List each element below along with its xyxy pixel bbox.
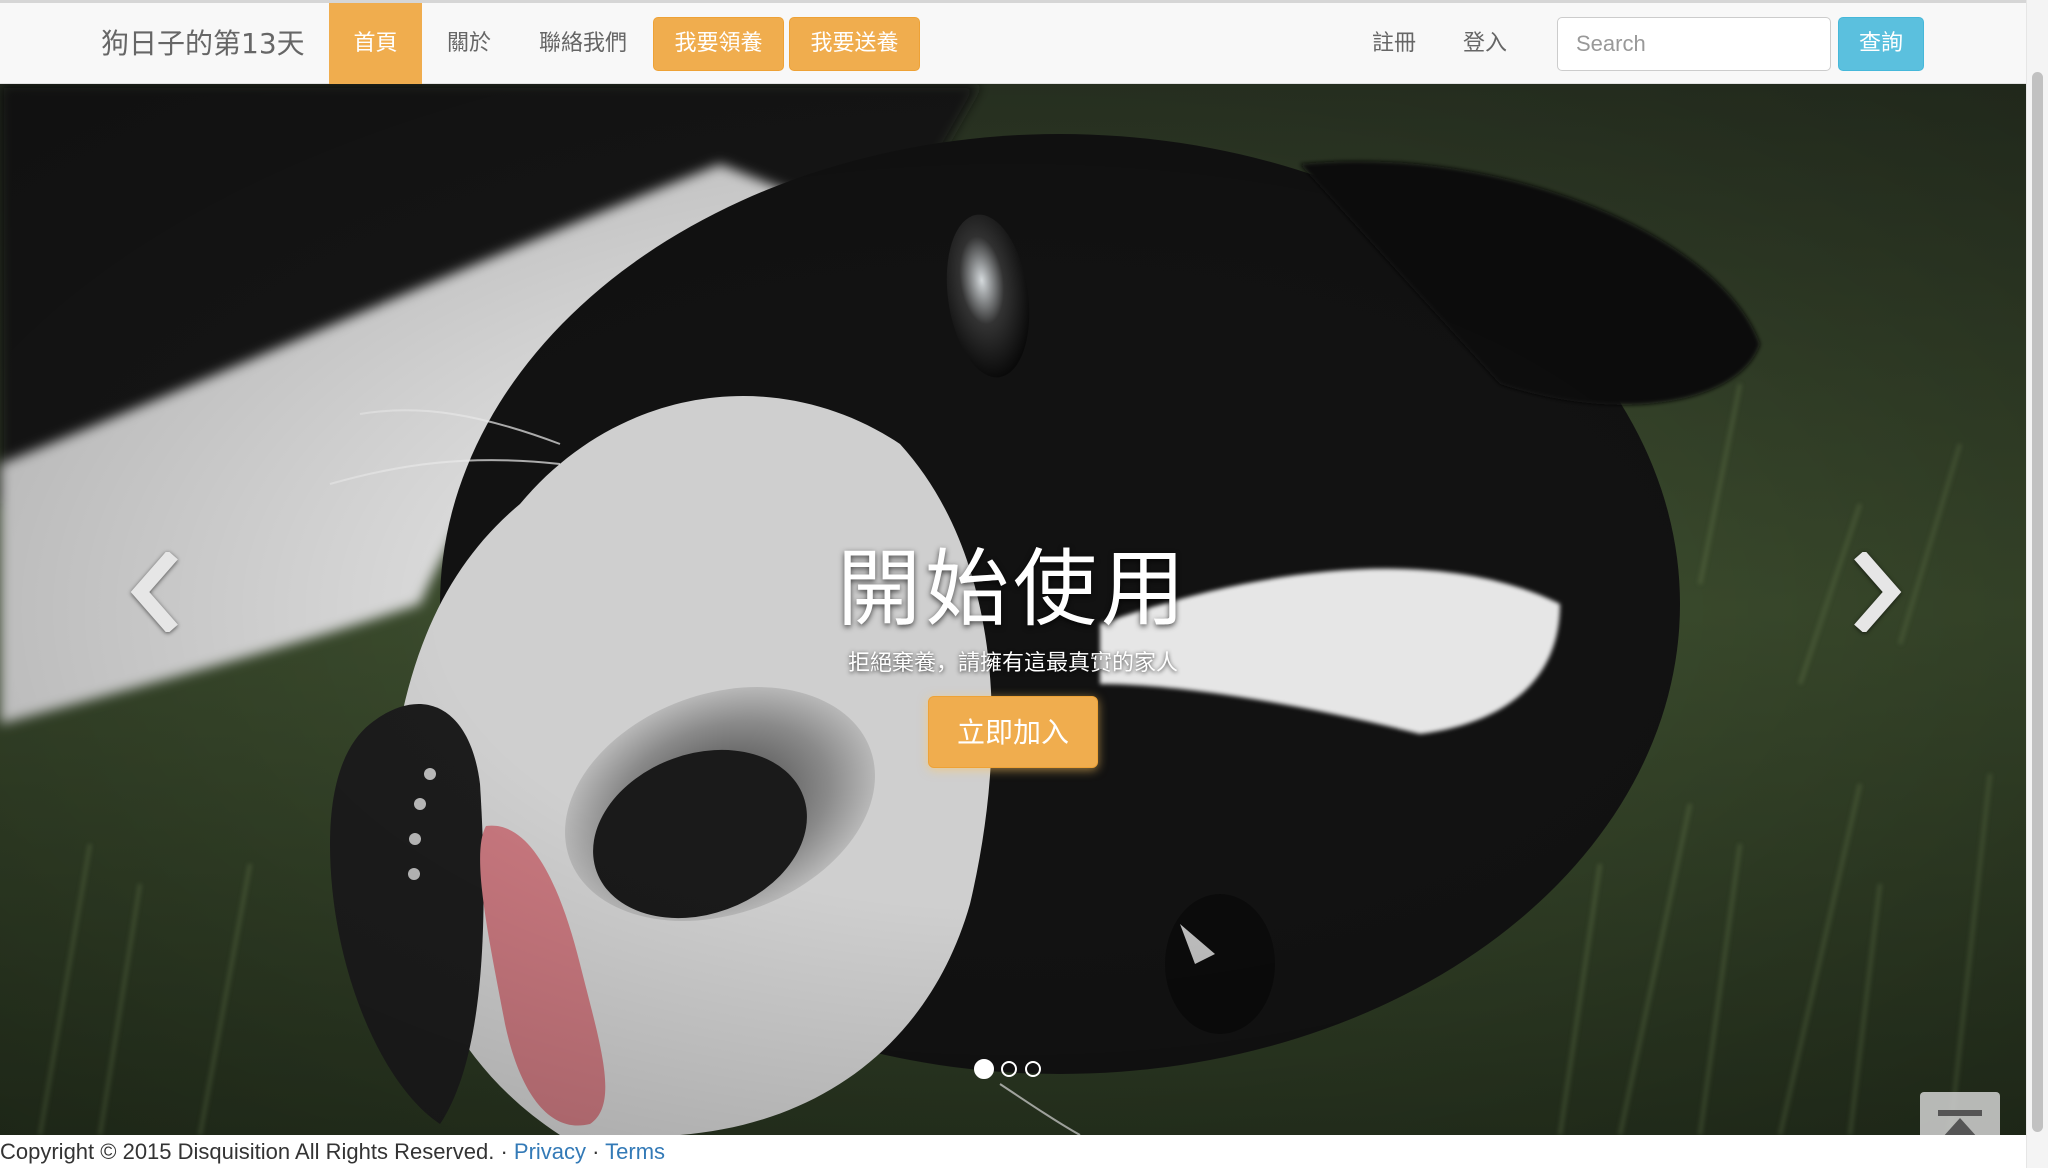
- hero-carousel: 開始使用 拒絕棄養，請擁有這最真實的家人 立即加入: [0, 84, 2026, 1135]
- carousel-indicator-2[interactable]: [1001, 1061, 1017, 1077]
- nav-register[interactable]: 註冊: [1361, 3, 1427, 84]
- carousel-indicator-3[interactable]: [1025, 1061, 1041, 1077]
- navbar: 狗日子的第13天 首頁 關於 聯絡我們 我要領養 我要送養 註冊 登入 查詢: [0, 0, 2026, 84]
- back-to-top-button[interactable]: [1920, 1092, 2000, 1135]
- carousel-heading: 開始使用: [836, 540, 1189, 638]
- adopt-button[interactable]: 我要領養: [653, 17, 784, 71]
- nav-home[interactable]: 首頁: [329, 3, 422, 84]
- nav-contact[interactable]: 聯絡我們: [525, 3, 641, 84]
- privacy-link[interactable]: Privacy: [514, 1139, 586, 1164]
- carousel-indicator-1[interactable]: [974, 1059, 994, 1079]
- footer-separator: ·: [586, 1139, 606, 1164]
- page-scrollbar[interactable]: [2026, 0, 2048, 1168]
- nav-login[interactable]: 登入: [1452, 3, 1518, 84]
- footer-copyright: Copyright © 2015 Disquisition All Rights…: [0, 1139, 514, 1164]
- terms-link[interactable]: Terms: [605, 1139, 665, 1164]
- footer: Copyright © 2015 Disquisition All Rights…: [0, 1135, 2026, 1168]
- arrow-up-to-top-icon: [1938, 1110, 1982, 1135]
- join-now-button[interactable]: 立即加入: [928, 696, 1098, 768]
- search-input[interactable]: [1557, 17, 1831, 71]
- search-button[interactable]: 查詢: [1838, 17, 1924, 71]
- nav-about[interactable]: 關於: [434, 3, 504, 84]
- carousel-subheading: 拒絕棄養，請擁有這最真實的家人: [847, 651, 1178, 676]
- scrollbar-thumb[interactable]: [2032, 72, 2043, 1132]
- rehome-button[interactable]: 我要送養: [789, 17, 920, 71]
- brand-title[interactable]: 狗日子的第13天: [101, 3, 305, 84]
